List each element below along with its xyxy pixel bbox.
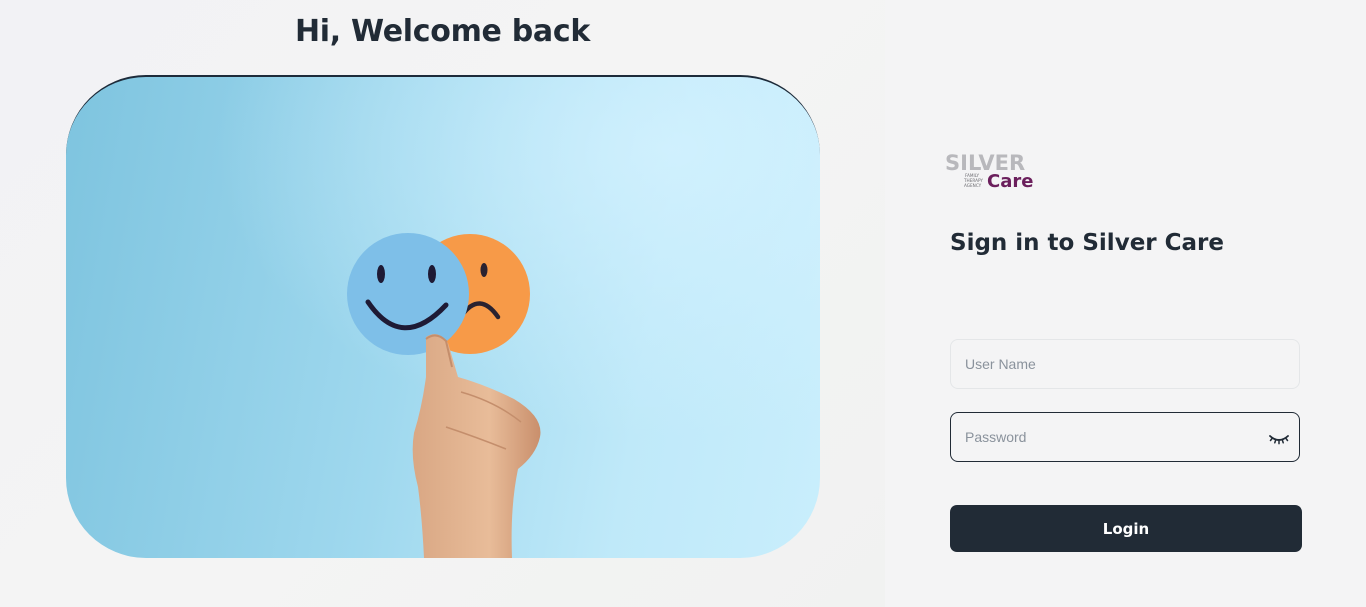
password-input[interactable] (951, 413, 1299, 461)
silver-care-logo: SILVER FAMILY THERAPY AGENCY Care (945, 151, 1033, 192)
eye-closed-icon[interactable] (1267, 426, 1291, 450)
svg-text:AGENCY: AGENCY (964, 183, 982, 188)
username-field (950, 339, 1300, 389)
happy-face-graphic (347, 233, 469, 355)
right-panel: SILVER FAMILY THERAPY AGENCY Care Sign i… (885, 0, 1366, 607)
left-panel: Hi, Welcome back (0, 0, 885, 607)
password-field (950, 412, 1300, 462)
username-input[interactable] (951, 340, 1299, 388)
svg-text:Care: Care (987, 171, 1033, 192)
hero-image (66, 75, 820, 558)
signin-title: Sign in to Silver Care (950, 230, 1224, 256)
login-button[interactable]: Login (950, 505, 1302, 552)
welcome-heading: Hi, Welcome back (295, 14, 590, 49)
